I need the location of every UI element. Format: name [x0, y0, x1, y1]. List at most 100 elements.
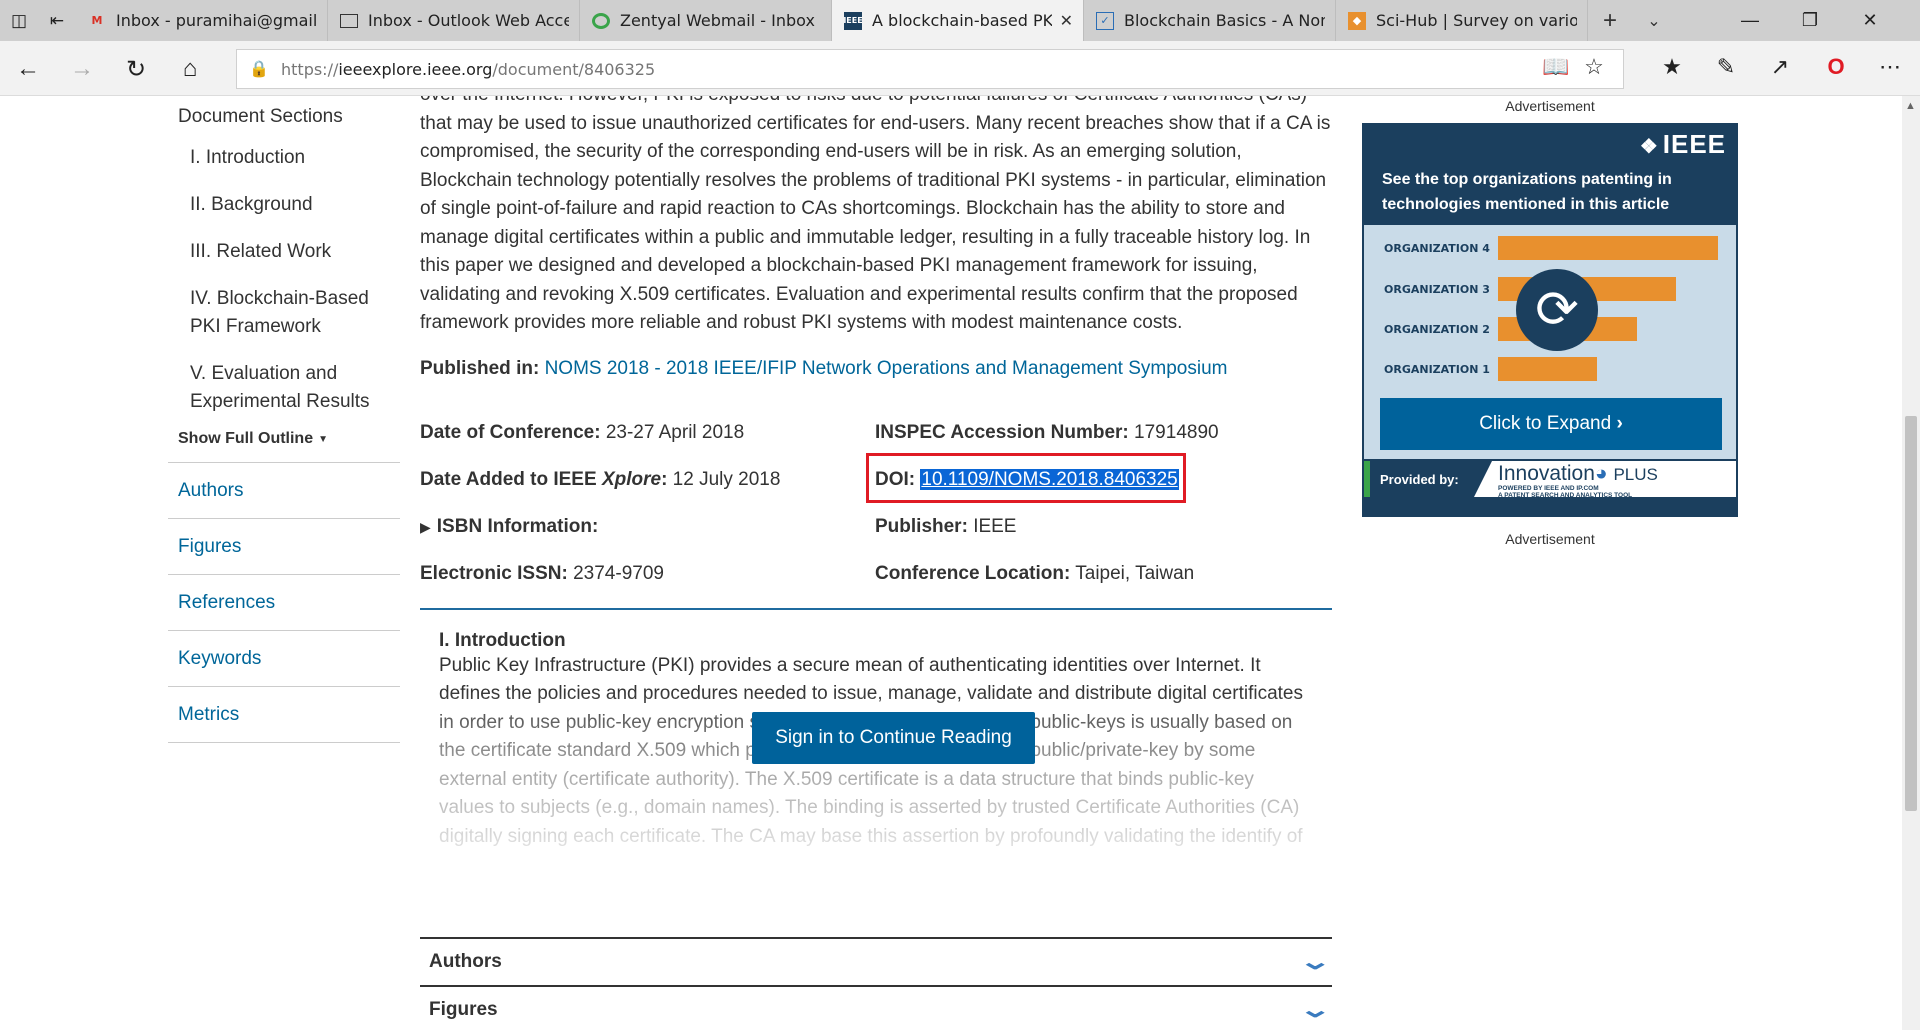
ad-headline: See the top organizations patenting in t…	[1382, 171, 1672, 213]
accordion-figures[interactable]: Figures ⌄	[420, 984, 1332, 1030]
meta-value: 12 July 2018	[672, 468, 781, 490]
published-in-link[interactable]: NOMS 2018 - 2018 IEEE/IFIP Network Opera…	[545, 358, 1228, 379]
show-full-outline-button[interactable]: Show Full Outline ▼	[178, 430, 400, 448]
scroll-up-icon[interactable]: ▲	[1905, 100, 1916, 112]
url-scheme: https://	[281, 59, 339, 79]
close-window-button[interactable]: ✕	[1840, 0, 1900, 41]
accordion-authors[interactable]: Authors ⌄	[420, 936, 1332, 985]
new-tab-button[interactable]: +	[1588, 0, 1632, 41]
article-main: over the Internet. However, PKI is expos…	[420, 96, 1332, 1030]
section-link-introduction[interactable]: I. Introduction	[190, 144, 400, 172]
org-bar	[1498, 357, 1597, 381]
refresh-button[interactable]: ↻	[118, 51, 154, 87]
meta-label: DOI:	[875, 468, 916, 490]
share-icon[interactable]: ↗	[1762, 49, 1798, 85]
tab-actions-icon[interactable]: ◫	[0, 0, 38, 41]
back-button[interactable]: ←	[10, 51, 46, 87]
caret-right-icon: ▶	[420, 518, 431, 535]
advertisement-column: Advertisement ❖ IEEE See the top organiza…	[1362, 96, 1738, 549]
favorites-hub-icon[interactable]: ★	[1654, 49, 1690, 85]
publisher: Publisher: IEEE	[875, 516, 1017, 538]
url-text[interactable]: https://ieeexplore.ieee.org/document/840…	[281, 60, 655, 79]
sidebar-link-metrics[interactable]: Metrics	[168, 686, 400, 742]
org-label: ORGANIZATION 4	[1384, 242, 1490, 255]
published-in: Published in: NOMS 2018 - 2018 IEEE/IFIP…	[420, 358, 1332, 380]
advertisement-label: Advertisement	[1505, 531, 1595, 547]
minimize-button[interactable]: —	[1720, 0, 1780, 41]
meta-value: Taipei, Taiwan	[1075, 562, 1195, 584]
meta-label: Electronic ISSN:	[420, 562, 568, 584]
conference-location: Conference Location: Taipei, Taiwan	[875, 563, 1194, 585]
chevron-down-icon: ⌄	[1298, 996, 1332, 1022]
section-link-evaluation[interactable]: V. Evaluation and Experimental Results	[190, 360, 380, 416]
tab-list-chevron-icon[interactable]: ⌄	[1632, 0, 1676, 41]
scrollbar-thumb[interactable]	[1905, 416, 1917, 811]
meta-value: 17914890	[1134, 421, 1219, 443]
tagline-line: POWERED BY IEEE AND IP.COM	[1498, 485, 1599, 492]
tagline-line: A PATENT SEARCH AND ANALYTICS TOOL	[1498, 492, 1633, 499]
innovation-plus-logo: Innovation◕ PLUS	[1498, 462, 1658, 486]
accordion-label: Figures	[429, 998, 498, 1020]
tab-outlook[interactable]: Inbox - Outlook Web Acces	[328, 0, 580, 41]
web-note-icon[interactable]: ✎	[1708, 49, 1744, 85]
set-aside-tabs-icon[interactable]: ⇤	[38, 0, 76, 41]
meta-value: IEEE	[973, 515, 1017, 537]
show-outline-label: Show Full Outline	[178, 430, 314, 447]
sidebar-link-references[interactable]: References	[168, 574, 400, 630]
more-menu-icon[interactable]: ⋯	[1872, 49, 1908, 85]
home-button[interactable]: ⌂	[172, 51, 208, 87]
page-content: Document Sections I. Introduction II. Ba…	[0, 96, 1902, 1030]
tab-blockchain-basics[interactable]: ✓ Blockchain Basics - A Non-T	[1084, 0, 1336, 41]
sidebar-link-authors[interactable]: Authors	[168, 462, 400, 518]
ieee-icon: IEEE	[843, 11, 863, 30]
page-scrollbar[interactable]: ▲	[1902, 96, 1920, 1030]
restore-button[interactable]: ❐	[1780, 0, 1840, 41]
url-path: /document/8406325	[492, 59, 656, 79]
org-label: ORGANIZATION 2	[1384, 323, 1490, 336]
url-host: ieeexplore.ieee.org	[338, 59, 493, 79]
tab-ieee-active[interactable]: IEEE A blockchain-based PKI ✕	[832, 0, 1084, 41]
innovation-plus-ad[interactable]: ❖ IEEE See the top organizations patentin…	[1362, 123, 1738, 517]
meta-colon: :	[661, 468, 668, 490]
section-link-background[interactable]: II. Background	[190, 191, 400, 219]
tab-scihub[interactable]: ◆ Sci-Hub | Survey on various	[1336, 0, 1588, 41]
expand-label: Click to Expand	[1479, 413, 1612, 434]
address-bar[interactable]: 🔒 https://ieeexplore.ieee.org/document/8…	[236, 49, 1624, 89]
tab-title: Blockchain Basics - A Non-T	[1124, 11, 1325, 30]
date-of-conference: Date of Conference: 23-27 April 2018	[420, 422, 744, 444]
scihub-icon: ◆	[1348, 11, 1366, 30]
ad-footer: Provided by: Innovation◕ PLUS POWERED BY…	[1364, 459, 1736, 499]
gmail-icon: M	[91, 14, 103, 27]
electronic-issn: Electronic ISSN: 2374-9709	[420, 563, 664, 585]
sign-in-to-continue-button[interactable]: Sign in to Continue Reading	[752, 711, 1035, 764]
reading-view-icon[interactable]: 📖	[1538, 49, 1574, 85]
opera-extension-icon[interactable]: O	[1818, 49, 1854, 85]
lock-icon[interactable]: 🔒	[237, 59, 281, 79]
section-link-framework[interactable]: IV. Blockchain-Based PKI Framework	[190, 285, 380, 341]
meta-label: ISBN Information:	[436, 515, 599, 537]
forward-button[interactable]: →	[64, 51, 100, 87]
doi-link[interactable]: 10.1109/NOMS.2018.8406325	[920, 468, 1179, 490]
ieee-diamond-icon: ❖	[1639, 136, 1659, 158]
q-mark-icon: ◕	[1594, 462, 1608, 485]
close-tab-icon[interactable]: ✕	[1060, 11, 1073, 30]
ieee-brand-text: IEEE	[1662, 129, 1726, 159]
sidebar-link-keywords[interactable]: Keywords	[168, 630, 400, 686]
document-sections-sidebar: Document Sections I. Introduction II. Ba…	[168, 96, 400, 743]
tab-gmail[interactable]: M Inbox - puramihai@gmail.co	[76, 0, 328, 41]
green-accent	[1364, 461, 1370, 497]
tab-title: A blockchain-based PKI	[872, 11, 1052, 30]
org-label: ORGANIZATION 1	[1384, 363, 1490, 376]
accordion-label: Authors	[429, 950, 502, 972]
doi: DOI: 10.1109/NOMS.2018.8406325	[875, 468, 1179, 491]
section-link-related-work[interactable]: III. Related Work	[190, 238, 400, 266]
meta-value: 2374-9709	[573, 562, 664, 584]
meta-value: 23-27 April 2018	[605, 421, 745, 443]
tab-zentyal[interactable]: Zentyal Webmail - Inbox	[580, 0, 832, 41]
favorite-star-icon[interactable]: ☆	[1576, 49, 1612, 85]
click-to-expand-button[interactable]: Click to Expand ›	[1380, 398, 1722, 450]
published-in-label: Published in:	[420, 357, 540, 379]
innovation-plus-tagline: POWERED BY IEEE AND IP.COM A PATENT SEAR…	[1498, 485, 1632, 499]
isbn-information-toggle[interactable]: ▶ ISBN Information:	[420, 516, 598, 538]
sidebar-link-figures[interactable]: Figures	[168, 518, 400, 574]
